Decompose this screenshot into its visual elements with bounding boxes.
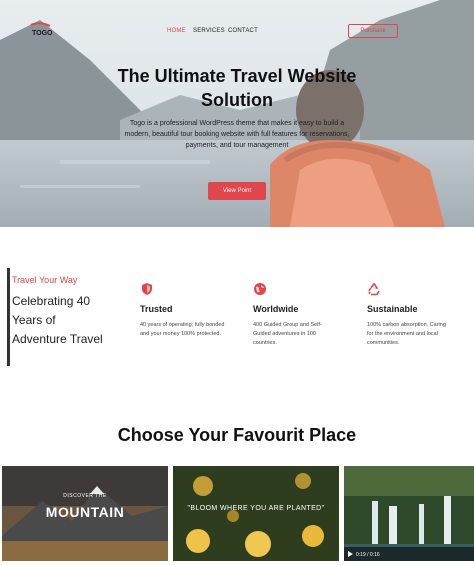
main-nav: HOME SERVICES CONTACT bbox=[0, 28, 474, 38]
hero-description: Togo is a professional WordPress theme t… bbox=[124, 120, 350, 149]
card-kicker: DISCOVER THE bbox=[63, 493, 107, 499]
feature-title: Trusted bbox=[140, 304, 173, 314]
hero-section: TOGO HOME SERVICES CONTACT Purchase The … bbox=[0, 0, 474, 227]
feature-worldwide: Worldwide 400 Guided Group and Self-Guid… bbox=[253, 282, 339, 348]
video-time: 0:19 / 0:16 bbox=[356, 552, 380, 558]
nav-contact[interactable]: CONTACT bbox=[228, 28, 258, 34]
place-card-flowers[interactable]: "BLOOM WHERE YOU ARE PLANTED" bbox=[173, 466, 339, 561]
features-headline: Celebrating 40 Years of Adventure Travel bbox=[12, 294, 103, 346]
feature-trusted: Trusted 40 years of operating; fully bon… bbox=[140, 282, 226, 339]
card-quote: "BLOOM WHERE YOU ARE PLANTED" bbox=[187, 505, 325, 512]
places-title: Choose Your Favourit Place bbox=[117, 425, 357, 445]
play-icon[interactable] bbox=[348, 551, 353, 557]
view-point-button[interactable]: View Point bbox=[208, 182, 266, 200]
purchase-button[interactable]: Purchase bbox=[348, 24, 398, 38]
globe-icon bbox=[254, 283, 266, 295]
shield-icon bbox=[142, 283, 152, 295]
feature-title: Worldwide bbox=[253, 304, 299, 314]
card-title: MOUNTAIN bbox=[45, 504, 125, 520]
recycle-icon bbox=[368, 283, 380, 296]
feature-sustainable: Sustainable 100% carbon absorption. Cari… bbox=[367, 282, 453, 348]
feature-text: 40 years of operating; fully bonded and … bbox=[140, 322, 225, 337]
features-kicker: Travel Your Way bbox=[12, 275, 78, 285]
feature-text: 400 Guided Group and Self-Guided adventu… bbox=[253, 322, 322, 346]
feature-text: 100% carbon absorption. Caring for the e… bbox=[367, 322, 446, 346]
hero-title: The Ultimate Travel Website Solution bbox=[117, 66, 357, 110]
nav-home[interactable]: HOME bbox=[167, 28, 186, 34]
place-card-waterfall[interactable]: 0:19 / 0:16 bbox=[344, 466, 474, 561]
feature-title: Sustainable bbox=[367, 304, 418, 314]
nav-services[interactable]: SERVICES bbox=[193, 28, 225, 34]
section-accent-bar bbox=[7, 268, 10, 366]
place-card-mountain[interactable]: DISCOVER THE MOUNTAIN bbox=[2, 466, 168, 561]
